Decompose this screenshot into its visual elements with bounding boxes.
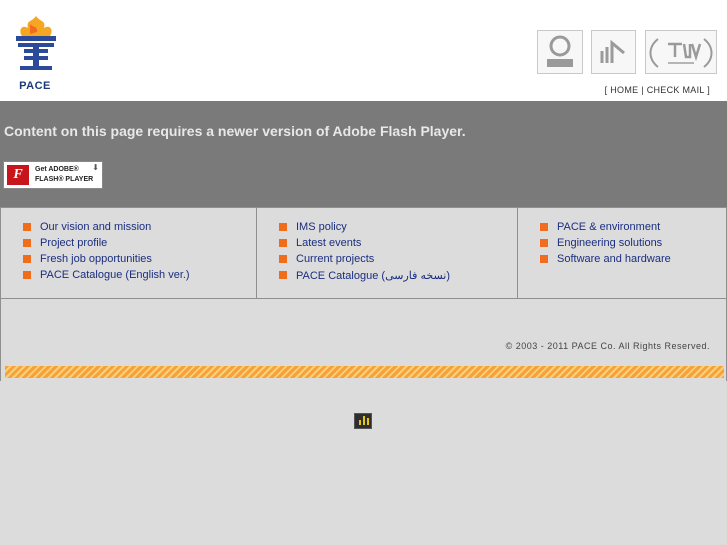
footer: © 2003 - 2011 PACE Co. All Rights Reserv…	[0, 299, 727, 381]
bullet-icon	[279, 223, 287, 231]
flash-placeholder	[0, 101, 727, 208]
bullet-icon	[23, 223, 31, 231]
menu-item-project-profile[interactable]: Project profile	[23, 237, 190, 253]
certification-badge-2[interactable]	[591, 30, 636, 74]
certification-badge-2-icon	[600, 39, 625, 63]
bullet-icon	[23, 271, 31, 279]
download-arrow-icon: ⬇	[92, 163, 99, 172]
menu-item-label: IMS policy	[296, 221, 347, 233]
menu-item-label: Current projects	[296, 253, 375, 265]
menu-item-latest-events[interactable]: Latest events	[279, 237, 450, 253]
flash-button-line2: FLASH® PLAYER	[35, 176, 94, 183]
top-links: [ HOME | CHECK MAIL ]	[605, 85, 710, 95]
menu-item-ims-policy[interactable]: IMS policy	[279, 221, 450, 237]
check-mail-link[interactable]: CHECK MAIL	[647, 85, 705, 95]
menu-item-software-hardware[interactable]: Software and hardware	[540, 253, 671, 269]
bracket-open: [	[604, 85, 608, 95]
menu-item-current-projects[interactable]: Current projects	[279, 253, 450, 269]
tuv-intercert-icon	[649, 38, 713, 68]
bracket-close: ]	[707, 85, 710, 95]
menu-item-catalogue-fa[interactable]: PACE Catalogue (نسخه فارسی)	[279, 269, 450, 285]
bullet-icon	[540, 255, 548, 263]
menu-item-label: Project profile	[40, 237, 108, 249]
menu-item-environment[interactable]: PACE & environment	[540, 221, 671, 237]
pace-logo[interactable]: PACE	[10, 14, 62, 98]
flash-button-line1: Get ADOBE®	[35, 166, 79, 173]
menu-column-2: IMS policy Latest events Current project…	[256, 207, 518, 299]
bullet-icon	[540, 223, 548, 231]
menu-item-label: PACE Catalogue (نسخه فارسی)	[296, 270, 450, 282]
link-menu: Our vision and mission Project profile F…	[0, 207, 727, 299]
bullet-icon	[279, 239, 287, 247]
flash-message: Content on this page requires a newer ve…	[4, 123, 466, 139]
menu-item-label: Software and hardware	[557, 253, 671, 265]
bullet-icon	[279, 271, 287, 279]
menu-item-label: Engineering solutions	[557, 237, 663, 249]
menu-item-label: PACE & environment	[557, 221, 661, 233]
bullet-icon	[540, 239, 548, 247]
menu-column-3: PACE & environment Engineering solutions…	[517, 207, 727, 299]
bullet-icon	[279, 255, 287, 263]
certification-badge-1[interactable]	[537, 30, 583, 74]
torch-logo-icon	[16, 16, 56, 70]
menu-item-label: Fresh job opportunities	[40, 253, 152, 265]
flash-icon: F	[7, 165, 29, 185]
menu-item-label: Our vision and mission	[40, 221, 152, 233]
menu-item-label: PACE Catalogue (English ver.)	[40, 269, 190, 281]
site-header: PACE [ HOME | CHECK MAIL ]	[0, 0, 727, 101]
copyright-text: © 2003 - 2011 PACE Co. All Rights Reserv…	[505, 341, 710, 351]
menu-item-jobs[interactable]: Fresh job opportunities	[23, 253, 190, 269]
menu-item-vision[interactable]: Our vision and mission	[23, 221, 190, 237]
menu-item-label: Latest events	[296, 237, 362, 249]
tuv-intercert-badge[interactable]	[645, 30, 717, 74]
bullet-icon	[23, 239, 31, 247]
link-separator: |	[641, 85, 644, 95]
menu-item-catalogue-en[interactable]: PACE Catalogue (English ver.)	[23, 269, 190, 285]
certification-badge-1-icon	[547, 35, 573, 67]
stats-counter-icon[interactable]	[354, 413, 372, 429]
menu-item-engineering[interactable]: Engineering solutions	[540, 237, 671, 253]
menu-column-1: Our vision and mission Project profile F…	[0, 207, 257, 299]
bullet-icon	[23, 255, 31, 263]
logo-text: PACE	[19, 80, 51, 92]
home-link[interactable]: HOME	[610, 85, 638, 95]
orange-stripe-divider	[5, 366, 724, 378]
get-flash-player-button[interactable]: F Get ADOBE® FLASH® PLAYER ⬇	[3, 161, 103, 189]
